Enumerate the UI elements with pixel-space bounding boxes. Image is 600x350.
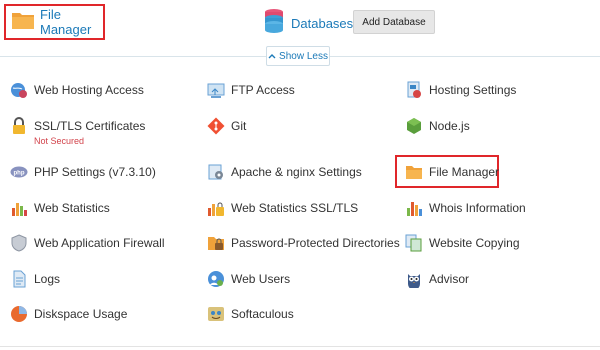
bar-chart-icon (10, 199, 28, 217)
tool-label: Advisor (429, 272, 470, 286)
folder-lock-icon (207, 234, 225, 252)
tool-website-copying[interactable]: Website Copying (405, 234, 520, 252)
folder-icon (11, 10, 35, 35)
tool-password-protected-directories[interactable]: Password-Protected Directories (207, 234, 400, 252)
tool-label: Whois Information (429, 201, 526, 215)
tool-label: Diskspace Usage (34, 307, 128, 321)
tool-logs[interactable]: Logs (10, 270, 60, 288)
tool-label: Web Application Firewall (34, 236, 165, 250)
tool-label: Website Copying (429, 236, 520, 250)
svg-text:php: php (14, 171, 25, 177)
database-icon (263, 8, 285, 39)
tool-label: Web Users (231, 272, 291, 286)
shield-icon (10, 234, 28, 252)
lock-icon (10, 117, 28, 135)
hosting-settings-icon (405, 81, 423, 99)
tool-label: Softaculous (231, 307, 294, 321)
tool-label: File Manager (429, 165, 500, 179)
tool-softaculous[interactable]: Softaculous (207, 305, 294, 323)
users-globe-icon (207, 270, 225, 288)
tool-web-users[interactable]: Web Users (207, 270, 290, 288)
ssl-status-text: Not Secured (34, 136, 85, 146)
tool-label: Git (231, 119, 247, 133)
tool-label: SSL/TLS Certificates (34, 119, 146, 133)
show-less-toggle[interactable]: Show Less (266, 46, 330, 66)
tool-apache-nginx-settings[interactable]: Apache & nginx Settings (207, 163, 362, 181)
tool-file-manager[interactable]: File Manager (405, 163, 499, 181)
file-manager-top-label: File Manager (40, 7, 92, 37)
tool-web-hosting-access[interactable]: Web Hosting Access (10, 81, 144, 99)
tool-advisor[interactable]: Advisor (405, 270, 469, 288)
tool-label: Web Hosting Access (34, 83, 144, 97)
add-database-button[interactable]: Add Database (353, 10, 435, 34)
softaculous-icon (207, 305, 225, 323)
tool-label: Web Statistics (34, 201, 110, 215)
document-icon (10, 270, 28, 288)
chevron-up-icon (268, 51, 276, 62)
tool-label: FTP Access (231, 83, 295, 97)
copy-icon (405, 234, 423, 252)
owl-icon (405, 270, 423, 288)
tool-nodejs[interactable]: Node.js (405, 117, 470, 135)
nodejs-icon (405, 117, 423, 135)
top-bar: File Manager Databases Add Database (0, 0, 600, 44)
tool-label: Logs (34, 272, 61, 286)
git-icon (207, 117, 225, 135)
tool-label: Password-Protected Directories (231, 236, 400, 250)
tool-web-statistics[interactable]: Web Statistics (10, 199, 110, 217)
ftp-icon (207, 81, 225, 99)
tool-label: Web Statistics SSL/TLS (231, 201, 359, 215)
tool-hosting-settings[interactable]: Hosting Settings (405, 81, 516, 99)
globe-user-icon (10, 81, 28, 99)
bottom-border (0, 346, 600, 347)
bar-chart-lock-icon (207, 199, 225, 217)
tool-ssl-tls-certificates[interactable]: SSL/TLS Certificates Not Secured (10, 117, 145, 147)
folder-icon (405, 163, 423, 181)
tool-label: Apache & nginx Settings (231, 165, 362, 179)
databases-label: Databases (291, 16, 354, 31)
tool-label: PHP Settings (v7.3.10) (34, 165, 156, 179)
tool-web-application-firewall[interactable]: Web Application Firewall (10, 234, 165, 252)
file-manager-top-link[interactable]: File Manager (4, 4, 105, 40)
tool-label: Hosting Settings (429, 83, 517, 97)
tool-php-settings[interactable]: php PHP Settings (v7.3.10) (10, 163, 156, 181)
tool-whois-information[interactable]: Whois Information (405, 199, 526, 217)
tool-web-statistics-ssl[interactable]: Web Statistics SSL/TLS (207, 199, 358, 217)
whois-chart-icon (405, 199, 423, 217)
databases-link[interactable]: Databases (263, 8, 353, 39)
tool-ftp-access[interactable]: FTP Access (207, 81, 295, 99)
tool-diskspace-usage[interactable]: Diskspace Usage (10, 305, 127, 323)
php-icon: php (10, 163, 28, 181)
tool-label: Node.js (429, 119, 470, 133)
pie-chart-icon (10, 305, 28, 323)
show-less-label: Show Less (279, 50, 328, 62)
tool-git[interactable]: Git (207, 117, 246, 135)
settings-page-icon (207, 163, 225, 181)
